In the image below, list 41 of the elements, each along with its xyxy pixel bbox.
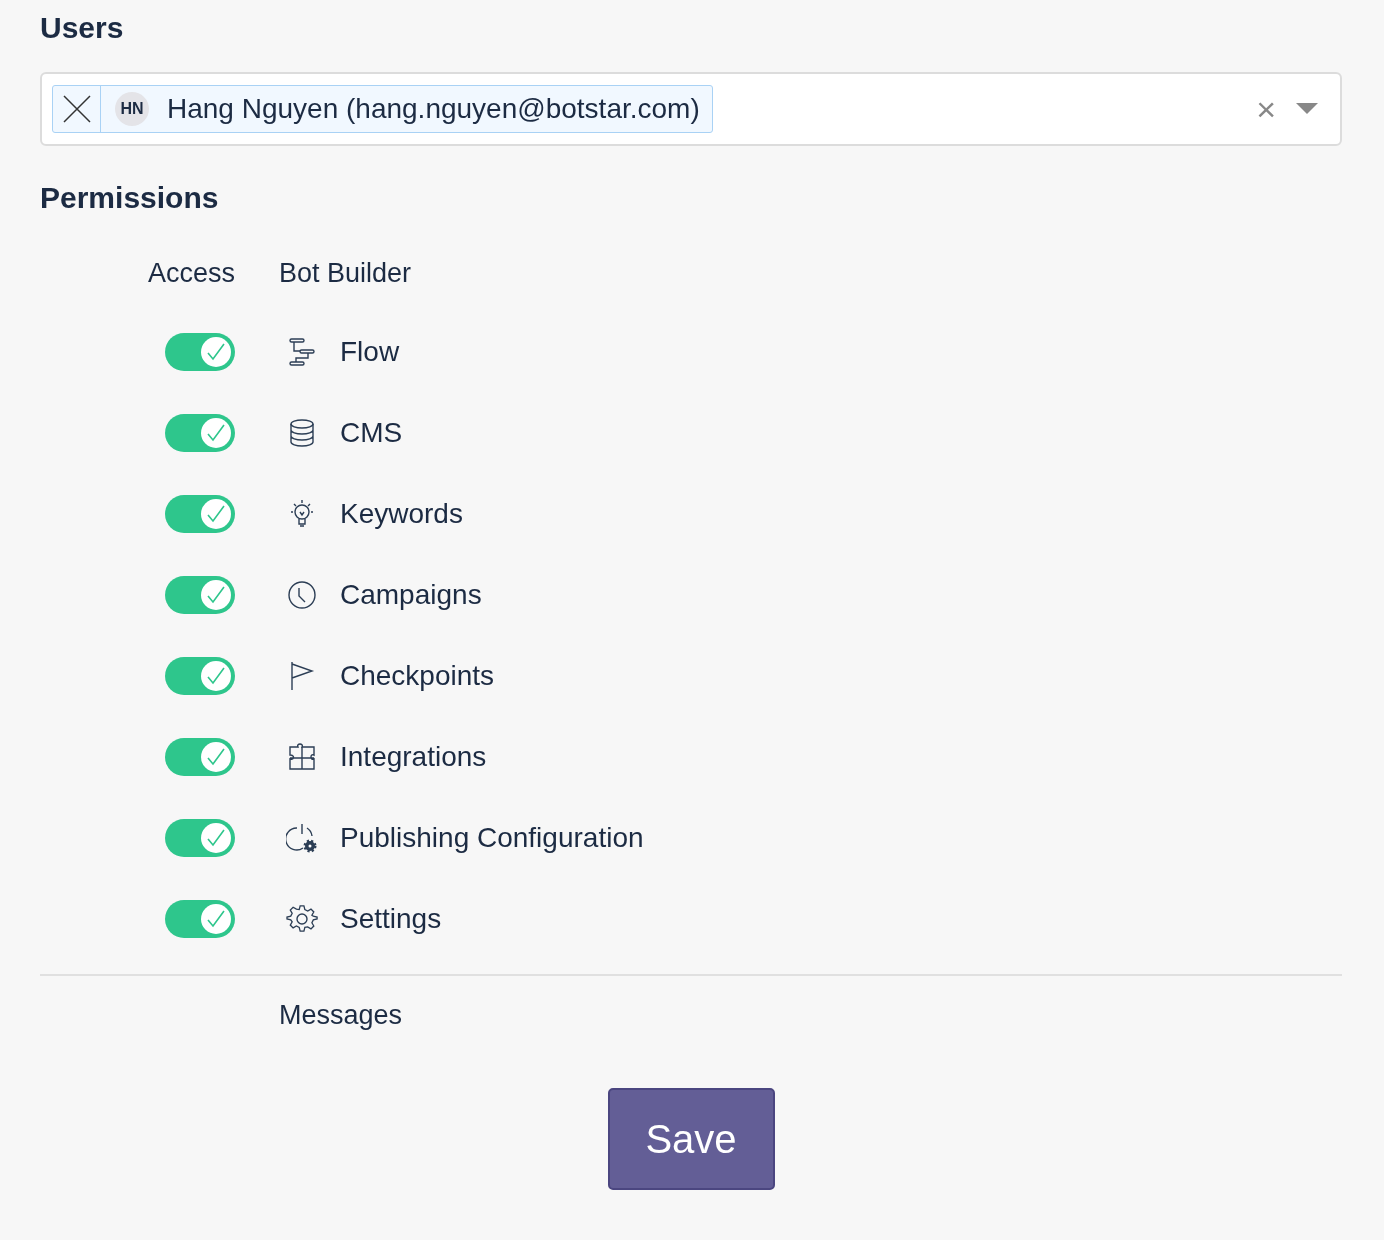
access-toggle[interactable] bbox=[165, 333, 235, 371]
save-button[interactable]: Save bbox=[607, 1088, 775, 1190]
check-icon bbox=[205, 341, 227, 363]
permission-label: Publishing Configuration bbox=[340, 822, 644, 854]
power-gear-icon bbox=[286, 822, 318, 854]
flow-icon bbox=[286, 336, 318, 368]
check-icon bbox=[205, 422, 227, 444]
access-toggle[interactable] bbox=[165, 657, 235, 695]
check-icon bbox=[205, 584, 227, 606]
column-header: Access bbox=[147, 257, 235, 290]
permission-label: Flow bbox=[340, 336, 400, 368]
permission-label: Checkpoints bbox=[340, 660, 495, 692]
access-toggle[interactable] bbox=[165, 819, 235, 857]
users-select-field[interactable]: HN Hang Nguyen (hang.nguyen@botstar.com) × bbox=[40, 72, 1342, 146]
permission-label: Campaigns bbox=[340, 579, 482, 611]
permission-label: CMS bbox=[340, 417, 403, 449]
group-header: Bot Builder bbox=[279, 257, 413, 290]
clock-icon bbox=[286, 579, 318, 611]
users-heading: Users bbox=[40, 10, 125, 46]
check-icon bbox=[205, 746, 227, 768]
access-toggle[interactable] bbox=[165, 738, 235, 776]
permissions-heading: Permissions bbox=[40, 180, 220, 216]
check-icon bbox=[205, 827, 227, 849]
user-avatar: HN bbox=[115, 92, 149, 126]
check-icon bbox=[205, 665, 227, 687]
puzzle-icon bbox=[286, 741, 318, 773]
permission-label: Integrations bbox=[340, 741, 487, 773]
clear-button[interactable]: × bbox=[1244, 92, 1288, 126]
group-header: Messages bbox=[279, 999, 404, 1032]
dropdown-caret-icon[interactable] bbox=[1296, 103, 1318, 115]
settings-icon bbox=[286, 903, 318, 935]
permission-label: Keywords bbox=[340, 498, 463, 530]
access-toggle[interactable] bbox=[165, 576, 235, 614]
access-toggle[interactable] bbox=[165, 900, 235, 938]
user-chip-label: Hang Nguyen (hang.nguyen@botstar.com) bbox=[167, 93, 701, 125]
access-toggle[interactable] bbox=[165, 414, 235, 452]
check-icon bbox=[205, 503, 227, 525]
permission-label: Settings bbox=[340, 903, 442, 935]
check-icon bbox=[205, 908, 227, 930]
close-icon bbox=[61, 94, 92, 124]
access-toggle[interactable] bbox=[165, 495, 235, 533]
